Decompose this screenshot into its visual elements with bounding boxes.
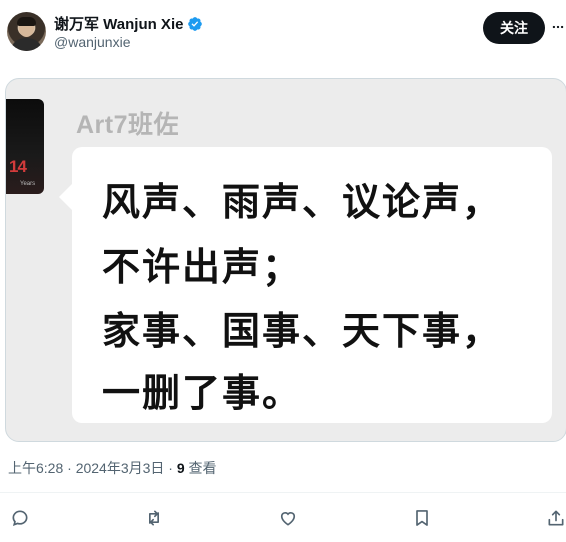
time-date[interactable]: 上午6:28 · 2024年3月3日 · xyxy=(8,460,177,476)
bookmark-button[interactable] xyxy=(412,508,432,528)
thumb-caption: Years xyxy=(20,181,36,187)
message-line-1: 风声、雨声、议论声， xyxy=(102,180,503,224)
follow-button[interactable]: 关注 xyxy=(483,12,545,44)
verified-badge-icon xyxy=(188,16,203,31)
display-name[interactable]: 谢万军 Wanjun Xie xyxy=(54,13,183,34)
reply-button[interactable] xyxy=(10,508,30,528)
share-icon xyxy=(548,510,564,526)
message-line-4: 一删了事。 xyxy=(102,371,303,415)
more-icon[interactable] xyxy=(551,20,565,34)
retweet-button[interactable] xyxy=(144,508,164,528)
thumb-badge: 14 xyxy=(9,157,27,176)
retweet-icon xyxy=(149,510,159,526)
chat-bubble-tail xyxy=(59,183,73,211)
message-line-3: 家事、国事、天下事， xyxy=(102,309,503,353)
chat-sender-name: Art7班佐 xyxy=(76,111,180,139)
share-button[interactable] xyxy=(546,508,566,528)
like-icon xyxy=(280,512,296,526)
tweet-media-image[interactable]: 14 Years Art7班佐 风声、雨声、议论声， 不许出声； 家事、国事、天… xyxy=(5,78,566,442)
views-label: 查看 xyxy=(184,460,217,476)
author-name-row: 谢万军 Wanjun Xie xyxy=(54,13,203,34)
divider xyxy=(0,492,566,493)
tweet-timestamp: 上午6:28 · 2024年3月3日 · 9 查看 xyxy=(8,458,217,478)
reply-icon xyxy=(12,510,28,527)
avatar[interactable] xyxy=(7,12,46,51)
handle[interactable]: @wanjunxie xyxy=(54,34,130,50)
views-count: 9 xyxy=(176,460,185,476)
sender-avatar-thumbnail: 14 Years xyxy=(6,99,44,194)
tweet-header: 谢万军 Wanjun Xie @wanjunxie 关注 xyxy=(0,0,566,70)
message-line-2: 不许出声； xyxy=(102,245,303,289)
like-button[interactable] xyxy=(278,508,298,528)
bookmark-icon xyxy=(416,510,428,526)
